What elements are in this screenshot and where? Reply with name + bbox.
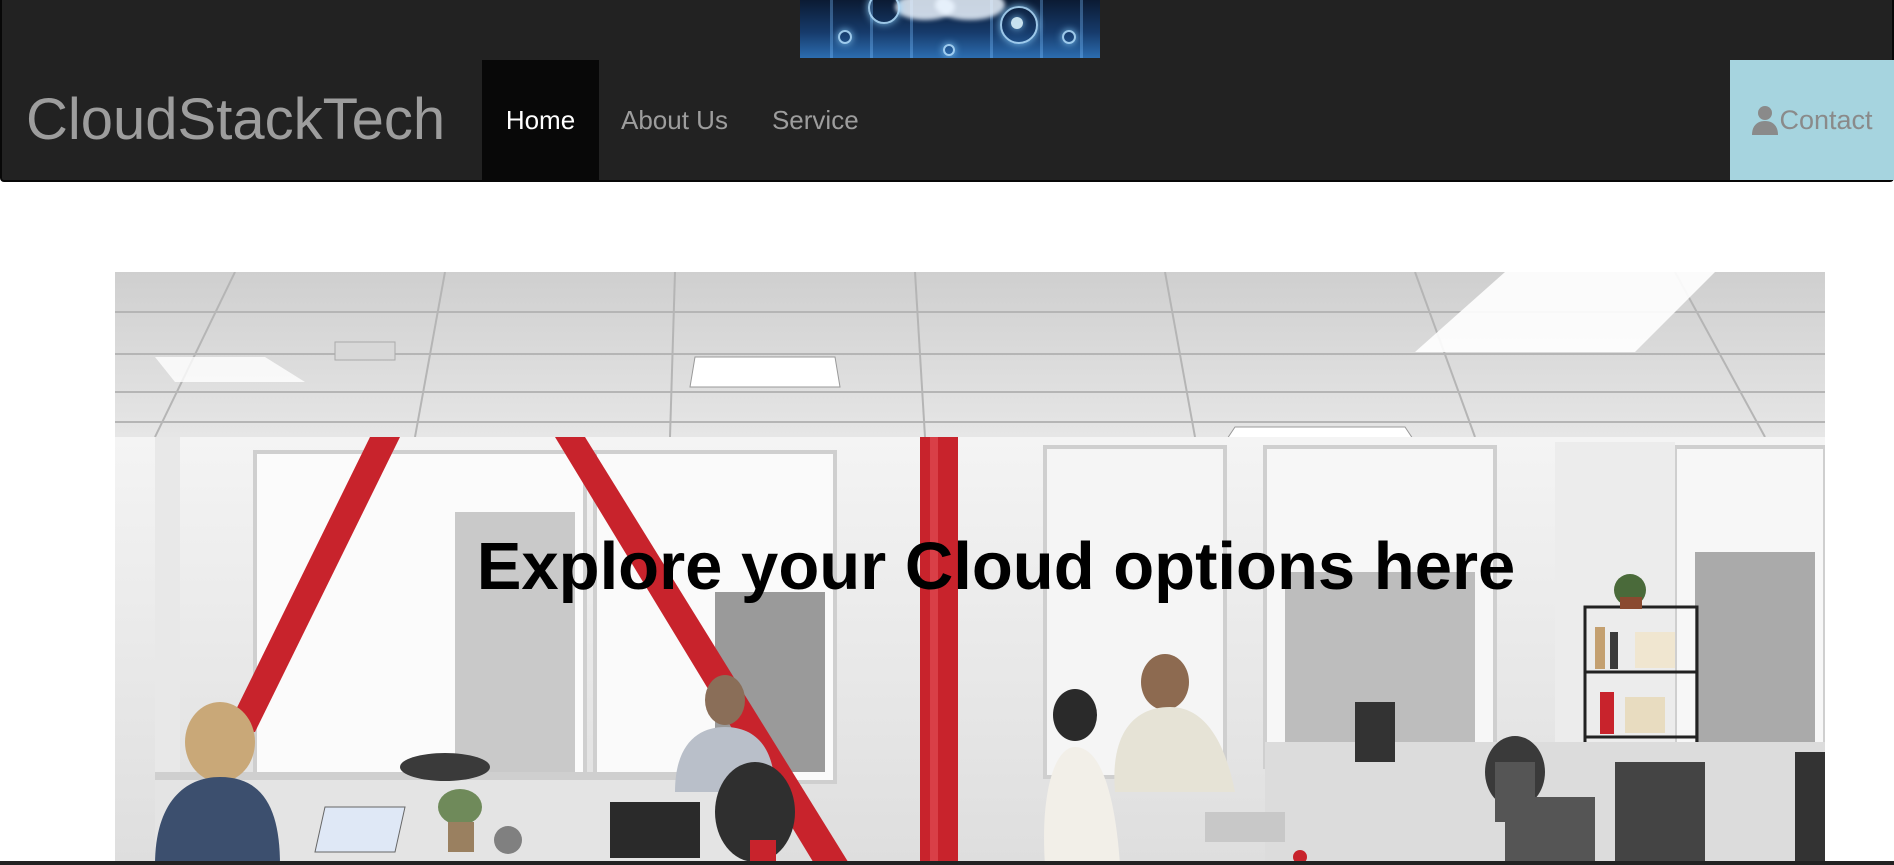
user-icon [1752,106,1779,135]
brand-logo-text[interactable]: CloudStackTech [26,88,445,152]
page: CloudStackTech Home About Us Service Con… [0,0,1894,865]
nav-item-home[interactable]: Home [482,60,599,180]
hero-title: Explore your Cloud options here [476,529,1516,604]
nav-item-about-us[interactable]: About Us [599,60,750,180]
main-nav: Home About Us Service [482,60,881,180]
contact-button[interactable]: Contact [1730,60,1894,180]
contact-label: Contact [1779,104,1873,135]
nav-item-service[interactable]: Service [750,60,881,180]
page-bottom-divider [0,861,1894,865]
top-navbar: CloudStackTech Home About Us Service Con… [0,0,1894,182]
cloud-banner-image [800,0,1100,58]
hero-banner: Explore your Cloud options here [115,272,1825,865]
